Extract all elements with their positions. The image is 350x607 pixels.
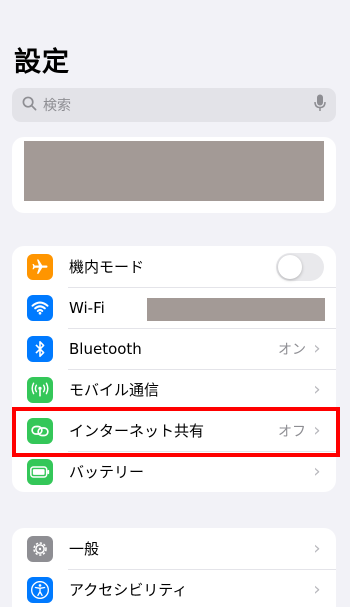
settings-row-bluetooth[interactable]: Bluetooth オン › bbox=[12, 328, 336, 369]
row-label: 一般 bbox=[69, 540, 100, 558]
battery-icon bbox=[27, 458, 53, 485]
settings-row-general[interactable]: 一般 › bbox=[12, 528, 336, 569]
toggle-knob bbox=[278, 254, 302, 279]
chevron-right-icon: › bbox=[313, 579, 321, 600]
settings-group-general: 一般 › アクセシビリティ › bbox=[12, 528, 336, 607]
row-label: アクセシビリティ bbox=[69, 581, 188, 599]
settings-row-wifi[interactable]: Wi-Fi bbox=[12, 287, 336, 328]
redacted-profile-info bbox=[24, 141, 324, 201]
settings-group-connectivity: 機内モード Wi-Fi Bluetooth オン › モバイル通信 › インター… bbox=[12, 246, 336, 492]
settings-row-battery[interactable]: バッテリー › bbox=[12, 451, 336, 492]
row-value: オン bbox=[278, 341, 306, 358]
search-placeholder: 検索 bbox=[43, 98, 71, 114]
apple-account-card[interactable] bbox=[12, 137, 336, 213]
row-value: オフ bbox=[278, 423, 306, 440]
chevron-right-icon: › bbox=[313, 420, 321, 441]
gear-icon bbox=[27, 535, 53, 562]
search-field[interactable]: 検索 bbox=[12, 88, 336, 122]
microphone-icon[interactable] bbox=[314, 94, 326, 116]
settings-row-personal-hotspot[interactable]: インターネット共有 オフ › bbox=[12, 410, 336, 451]
chevron-right-icon: › bbox=[313, 338, 321, 359]
wifi-icon bbox=[27, 294, 53, 321]
row-label: インターネット共有 bbox=[69, 422, 205, 440]
hotspot-chain-icon bbox=[27, 417, 53, 444]
chevron-right-icon: › bbox=[313, 538, 321, 559]
airplane-icon bbox=[27, 253, 53, 280]
row-label: バッテリー bbox=[69, 463, 145, 481]
redacted-network-name bbox=[147, 298, 325, 321]
settings-row-airplane-mode: 機内モード bbox=[12, 246, 336, 287]
page-title: 設定 bbox=[14, 47, 70, 78]
row-label: 機内モード bbox=[69, 258, 145, 276]
chevron-right-icon: › bbox=[313, 379, 321, 400]
antenna-icon bbox=[27, 376, 53, 403]
bluetooth-icon bbox=[27, 335, 53, 362]
row-label: Bluetooth bbox=[69, 339, 142, 358]
accessibility-icon bbox=[27, 576, 53, 603]
settings-row-accessibility[interactable]: アクセシビリティ › bbox=[12, 569, 336, 607]
chevron-right-icon: › bbox=[313, 461, 321, 482]
airplane-mode-toggle[interactable] bbox=[276, 252, 324, 281]
search-icon bbox=[22, 96, 37, 115]
settings-screen: 設定 検索 機内モード Wi-Fi Bluetooth オン › モバイル通信 … bbox=[0, 0, 350, 607]
settings-row-cellular[interactable]: モバイル通信 › bbox=[12, 369, 336, 410]
row-label: モバイル通信 bbox=[69, 381, 160, 399]
